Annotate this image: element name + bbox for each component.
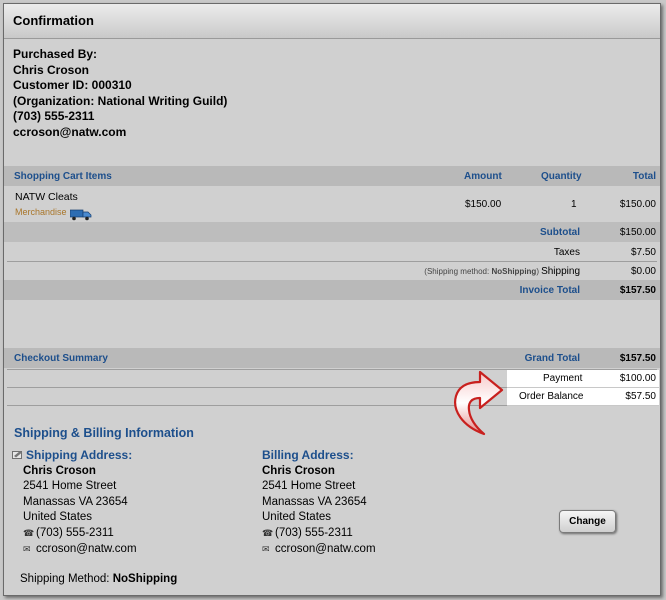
confirmation-panel: Confirmation Purchased By: Chris Croson … xyxy=(3,3,661,596)
taxes-row: Taxes $7.50 xyxy=(4,243,660,261)
change-button[interactable]: Change xyxy=(559,510,616,533)
shipping-note-method: NoShipping xyxy=(491,267,537,276)
shipping-row: (Shipping method: NoShipping) Shipping $… xyxy=(4,262,660,280)
purchaser-name: Chris Croson xyxy=(13,62,90,77)
billing-email: ccroson@natw.com xyxy=(275,542,376,555)
phone-icon: ☎ xyxy=(262,527,274,538)
invoice-total-row: Invoice Total $157.50 xyxy=(4,280,660,300)
envelope-icon: ✉ xyxy=(262,543,270,554)
shipping-country: United States xyxy=(23,511,93,524)
shipping-note-prefix: (Shipping method: xyxy=(424,267,492,276)
shipping-method-line: Shipping Method: NoShipping xyxy=(20,573,177,585)
shipping-email: ccroson@natw.com xyxy=(36,542,137,555)
cart-item-row: NATW Cleats Merchandise $150.00 1 $150.0… xyxy=(4,187,660,221)
taxes-label: Taxes xyxy=(553,247,580,258)
order-balance-row: Order Balance $57.50 xyxy=(507,388,659,406)
purchaser-email: ccroson@natw.com xyxy=(13,124,127,139)
edit-icon[interactable] xyxy=(12,450,23,460)
grand-total-label: Grand Total xyxy=(524,353,580,364)
purchaser-phone: (703) 555-2311 xyxy=(13,109,95,123)
shipping-method-label: Shipping Method: xyxy=(20,573,110,585)
shipping-phone-line: ☎ (703) 555-2311 xyxy=(23,526,137,542)
organization: (Organization: National Writing Guild) xyxy=(13,93,228,108)
payment-label: Payment xyxy=(543,373,583,384)
shipping-method-value: NoShipping xyxy=(112,573,178,585)
subtotal-value: $150.00 xyxy=(619,227,656,238)
truck-icon xyxy=(70,209,92,221)
shipping-phone: (703) 555-2311 xyxy=(36,526,114,539)
purchased-by-label: Purchased By: xyxy=(13,47,98,61)
subtotal-row: Subtotal $150.00 xyxy=(4,222,660,242)
billing-phone: (703) 555-2311 xyxy=(275,526,353,539)
order-balance-value: $57.50 xyxy=(625,391,656,402)
shipping-address-block: Shipping Address: Chris Croson 2541 Home… xyxy=(12,448,137,557)
billing-email-line: ✉ ccroson@natw.com xyxy=(262,542,376,558)
purchaser-block: Purchased By: Chris Croson Customer ID: … xyxy=(13,47,227,140)
shipping-note-suffix: ) xyxy=(536,267,539,276)
item-quantity: 1 xyxy=(571,199,577,210)
billing-phone-line: ☎ (703) 555-2311 xyxy=(262,526,376,542)
item-name: NATW Cleats xyxy=(15,191,78,203)
billing-country: United States xyxy=(262,511,332,524)
shipping-label: Shipping xyxy=(541,266,580,277)
billing-city: Manassas VA 23654 xyxy=(262,495,367,508)
item-amount: $150.00 xyxy=(465,199,502,210)
payment-row: Payment $100.00 xyxy=(507,370,659,388)
item-total: $150.00 xyxy=(619,199,656,210)
panel-header: Confirmation xyxy=(4,4,660,39)
shipping-address-label: Shipping Address: xyxy=(26,448,133,462)
phone-icon: ☎ xyxy=(23,527,35,538)
shipping-method-note: (Shipping method: NoShipping) xyxy=(424,267,539,276)
subtotal-label: Subtotal xyxy=(540,227,580,238)
checkout-summary-header: Checkout Summary Grand Total $157.50 xyxy=(4,348,660,368)
shipping-city: Manassas VA 23654 xyxy=(23,495,128,508)
payment-value: $100.00 xyxy=(619,373,656,384)
envelope-icon: ✉ xyxy=(23,543,31,554)
customer-id: Customer ID: 000310 xyxy=(13,78,132,92)
col-amount: Amount xyxy=(464,171,502,182)
shipping-email-line: ✉ ccroson@natw.com xyxy=(23,542,137,558)
invoice-total-label: Invoice Total xyxy=(519,285,580,296)
order-balance-label: Order Balance xyxy=(519,391,584,402)
curved-arrow-icon xyxy=(454,370,504,436)
shipping-value: $0.00 xyxy=(630,266,656,277)
col-total: Total xyxy=(632,171,656,182)
taxes-value: $7.50 xyxy=(630,247,656,258)
cart-header: Shopping Cart Items Amount Quantity Tota… xyxy=(4,166,660,186)
item-category: Merchandise xyxy=(15,207,67,217)
page-title: Confirmation xyxy=(13,13,94,28)
shipping-name: Chris Croson xyxy=(23,464,96,477)
shipping-street: 2541 Home Street xyxy=(23,480,117,493)
col-quantity: Quantity xyxy=(541,171,582,182)
shipping-address-heading[interactable]: Shipping Address: xyxy=(12,448,137,464)
invoice-total-value: $157.50 xyxy=(619,285,656,296)
billing-address-block: Billing Address: Chris Croson 2541 Home … xyxy=(262,448,376,557)
shipping-billing-title: Shipping & Billing Information xyxy=(14,426,194,440)
col-items: Shopping Cart Items xyxy=(14,171,112,182)
billing-street: 2541 Home Street xyxy=(262,480,356,493)
billing-name: Chris Croson xyxy=(262,464,335,477)
checkout-summary-label: Checkout Summary xyxy=(14,353,108,364)
grand-total-value: $157.50 xyxy=(619,353,656,364)
billing-address-label: Billing Address: xyxy=(262,448,354,462)
